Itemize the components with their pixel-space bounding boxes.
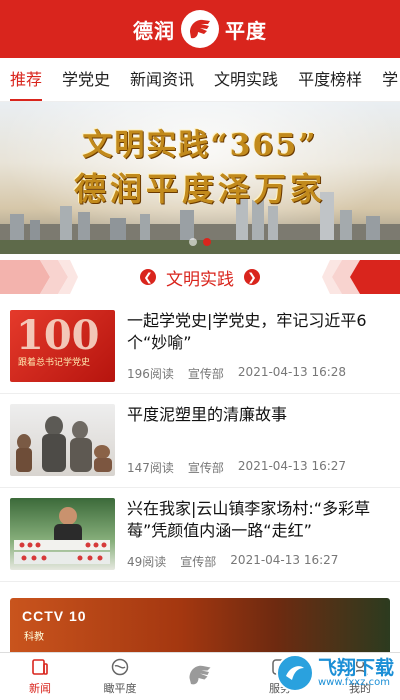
chevron-left-icon[interactable]: ❮ <box>140 269 156 285</box>
nav-explore[interactable]: 瞰平度 <box>80 653 160 700</box>
decorative-stripes-right <box>322 260 400 294</box>
watermark-logo-icon <box>276 654 314 692</box>
tab-recommend[interactable]: 推荐 <box>0 58 52 101</box>
nav-news[interactable]: 新闻 <box>0 653 80 700</box>
article-list: 100 跟着总书记学党史 一起学党史|学党史，牢记习近平6个“妙喻” 196阅读… <box>0 300 400 582</box>
timestamp: 2021-04-13 16:27 <box>230 553 339 567</box>
brand: 德润 平度 <box>133 10 267 48</box>
tab-civilization-practice[interactable]: 文明实践 <box>204 58 288 101</box>
banner-carousel[interactable]: 文明实践“365” 德润平度泽万家 <box>0 102 400 254</box>
cctv-logo: CCTV 10 <box>22 608 87 624</box>
article-item[interactable]: 100 跟着总书记学党史 一起学党史|学党史，牢记习近平6个“妙喻” 196阅读… <box>0 300 400 394</box>
article-item[interactable]: 兴在我家|云山镇李家场村:“多彩草莓”凭颜值内涵一路“走红” 49阅读 宣传部 … <box>0 488 400 582</box>
department: 宣传部 <box>187 461 224 475</box>
article-meta: 196阅读 宣传部 2021-04-13 16:28 <box>127 365 346 382</box>
timestamp: 2021-04-13 16:27 <box>237 459 347 473</box>
tab-more[interactable]: 学 <box>372 58 400 101</box>
globe-icon <box>111 658 129 676</box>
article-content: 平度泥塑里的清廉故事 147阅读 宣传部 2021-04-13 16:27 <box>127 404 390 476</box>
department: 宣传部 <box>180 555 217 569</box>
section-title-group: ❮ 文明实践 ❯ <box>140 265 260 290</box>
download-site-watermark: 飞翔下载 www.fxxz.com <box>276 652 394 694</box>
read-count: 147阅读 <box>127 461 174 475</box>
banner-headline-line1: 文明实践“365” <box>82 128 318 163</box>
clay-figures-image <box>16 416 112 472</box>
section-header: ❮ 文明实践 ❯ <box>0 260 400 294</box>
article-thumbnail <box>10 404 115 476</box>
tab-party-history[interactable]: 学党史 <box>52 58 120 101</box>
article-content: 兴在我家|云山镇李家场村:“多彩草莓”凭颜值内涵一路“走红” 49阅读 宣传部 … <box>127 498 390 570</box>
article-meta: 49阅读 宣传部 2021-04-13 16:27 <box>127 553 338 570</box>
article-content: 一起学党史|学党史，牢记习近平6个“妙喻” 196阅读 宣传部 2021-04-… <box>127 310 390 382</box>
carousel-dot-active[interactable] <box>203 238 211 246</box>
tab-role-models[interactable]: 平度榜样 <box>288 58 372 101</box>
category-tabs: 推荐 学党史 新闻资讯 文明实践 平度榜样 学 <box>0 58 400 102</box>
article-title[interactable]: 一起学党史|学党史，牢记习近平6个“妙喻” <box>127 310 390 354</box>
article-thumbnail: 100 跟着总书记学党史 <box>10 310 115 382</box>
news-icon <box>32 659 48 675</box>
read-count: 196阅读 <box>127 367 174 381</box>
decorative-stripes-left <box>0 260 78 294</box>
watermark-text: 飞翔下载 <box>318 656 395 679</box>
cctv-channel-label: 科教 <box>24 632 44 643</box>
article-item[interactable]: 平度泥塑里的清廉故事 147阅读 宣传部 2021-04-13 16:27 <box>0 394 400 488</box>
chevron-right-icon[interactable]: ❯ <box>244 269 260 285</box>
timestamp: 2021-04-13 16:28 <box>237 365 347 379</box>
hand-logo-icon <box>189 665 211 685</box>
read-count: 49阅读 <box>127 555 167 569</box>
brand-right-text: 平度 <box>225 18 267 43</box>
carousel-dot[interactable] <box>189 238 197 246</box>
nav-home-logo[interactable] <box>160 653 240 700</box>
section-title[interactable]: 文明实践 <box>166 265 234 290</box>
article-title[interactable]: 兴在我家|云山镇李家场村:“多彩草莓”凭颜值内涵一路“走红” <box>127 498 390 542</box>
department: 宣传部 <box>187 367 224 381</box>
app-header: 德润 平度 <box>0 0 400 58</box>
brand-left-text: 德润 <box>133 18 175 43</box>
article-thumbnail <box>10 498 115 570</box>
tab-news[interactable]: 新闻资讯 <box>120 58 204 101</box>
carousel-indicator <box>0 238 400 246</box>
app-root: 德润 平度 推荐 学党史 新闻资讯 文明实践 平度榜样 学 文明实践“365” … <box>0 0 400 700</box>
strawberry-farmer-image <box>14 507 110 564</box>
article-title[interactable]: 平度泥塑里的清廉故事 <box>127 404 390 426</box>
banner-headline-line2: 德润平度泽万家 <box>73 170 326 208</box>
video-card[interactable]: CCTV 10 科教 <box>10 598 390 656</box>
watermark-url: www.fxxz.com <box>318 676 390 688</box>
hand-logo-icon <box>181 10 219 48</box>
article-meta: 147阅读 宣传部 2021-04-13 16:27 <box>127 459 346 476</box>
